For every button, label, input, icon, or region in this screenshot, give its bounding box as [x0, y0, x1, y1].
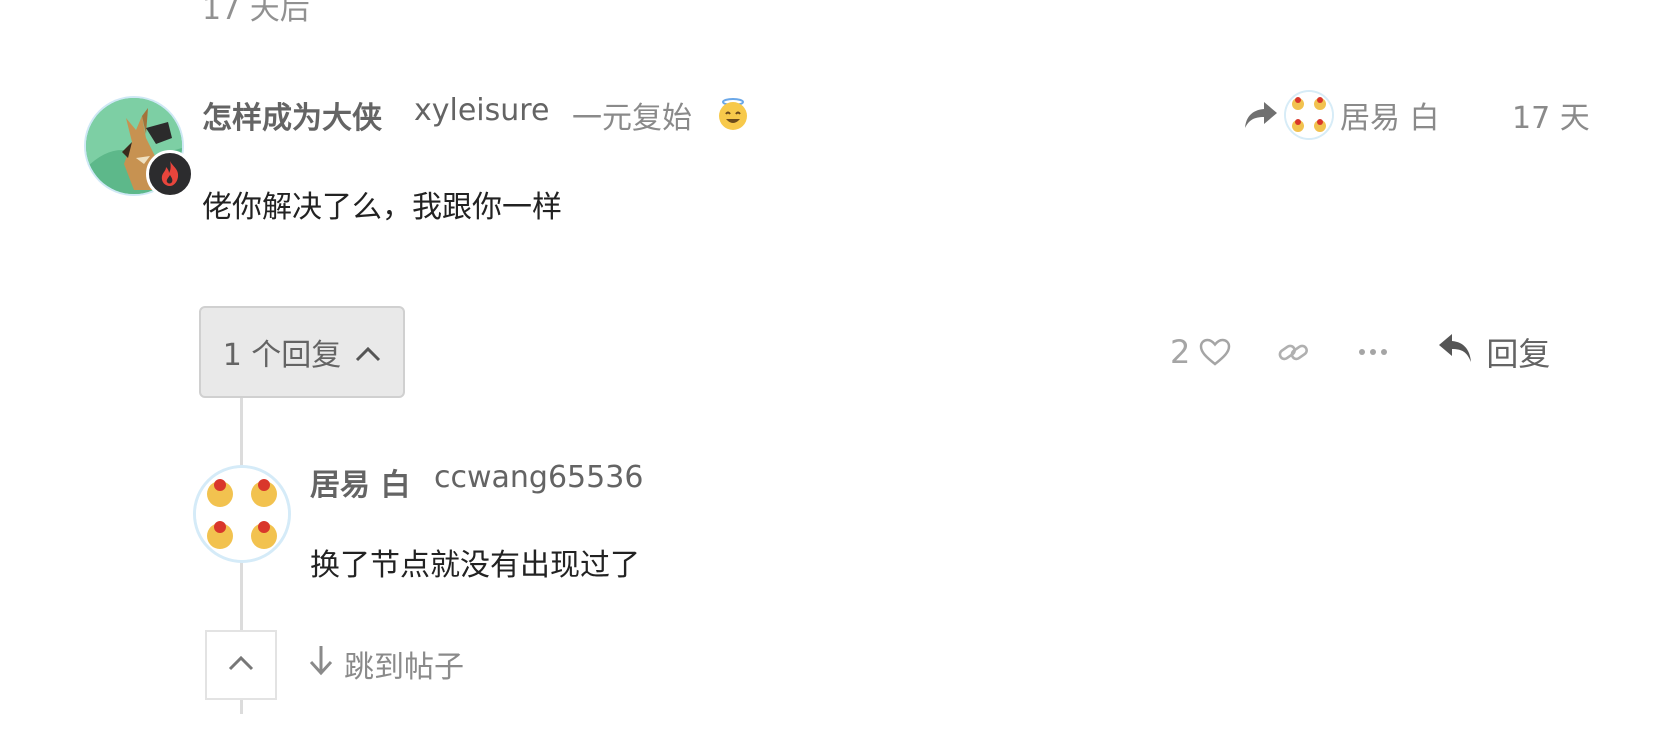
show-replies-button[interactable]: 1 个回复 [199, 306, 405, 398]
reply-author-display-name[interactable]: 居易 白 [310, 460, 410, 504]
reply-button-label: 回复 [1486, 335, 1551, 373]
reply-author-avatar[interactable] [196, 468, 288, 560]
heart-icon[interactable] [1198, 337, 1232, 367]
reply-button[interactable]: 回复 [1438, 329, 1550, 375]
jump-to-post-label: 跳到帖子 [344, 650, 464, 685]
post-date[interactable]: 17 天 [1512, 93, 1590, 137]
like-count: 2 [1170, 333, 1191, 371]
jump-to-post-link[interactable]: 跳到帖子 [308, 636, 464, 692]
chevron-up-icon [228, 655, 254, 675]
smiling-face-with-halo-icon [716, 97, 750, 131]
author-display-name[interactable]: 怎样成为大侠 [202, 93, 382, 137]
fire-badge-icon[interactable] [146, 150, 194, 198]
reply-arrow-icon [1244, 100, 1278, 130]
reply-to-name: 居易 白 [1340, 101, 1440, 136]
author-title: 一元复始 [572, 101, 692, 136]
reply-icon [1438, 332, 1472, 372]
arrow-down-icon [308, 644, 334, 684]
previous-post-time: 17 天后 [202, 0, 310, 27]
more-options-icon[interactable] [1358, 347, 1388, 357]
reply-content: 换了节点就没有出现过了 [310, 548, 640, 583]
replies-count-label: 1 个回复 [222, 338, 342, 373]
post-content: 佬你解决了么，我跟你一样 [202, 190, 562, 225]
reply-to-indicator[interactable]: 居易 白 [1244, 90, 1440, 140]
author-username[interactable]: xyleisure [414, 93, 549, 128]
link-icon[interactable] [1276, 337, 1310, 367]
chevron-up-icon [355, 335, 381, 370]
post-actions: 2 回复 [1170, 322, 1550, 382]
reply-to-avatar [1286, 92, 1332, 138]
collapse-replies-button[interactable] [205, 630, 277, 700]
reply-author-username[interactable]: ccwang65536 [434, 460, 643, 495]
